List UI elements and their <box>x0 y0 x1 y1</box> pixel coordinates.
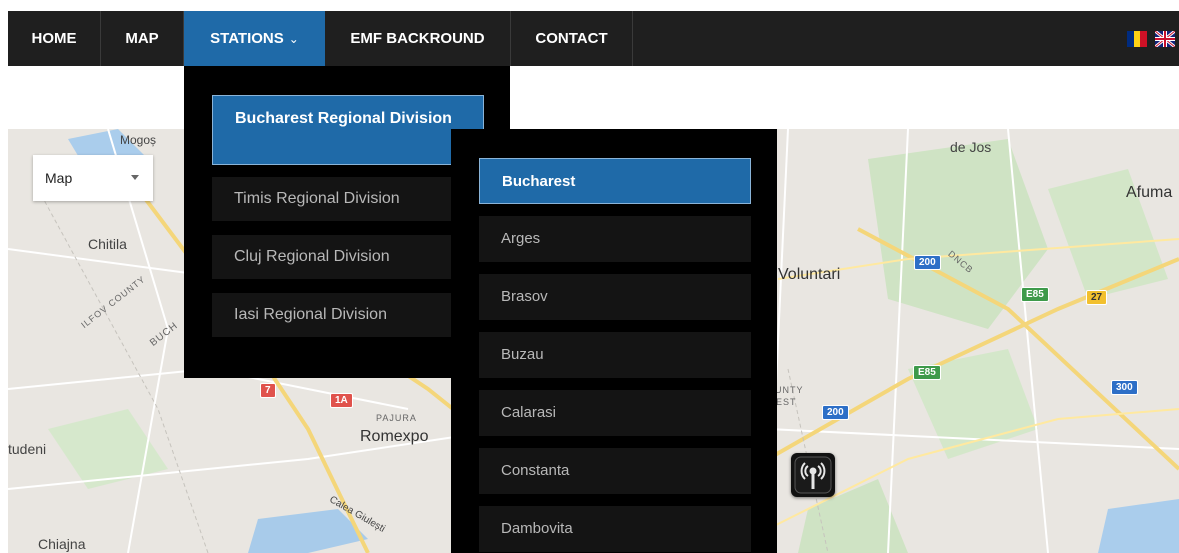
map-label-de-jos: de Jos <box>950 139 992 155</box>
station-item-arges[interactable]: Arges <box>479 216 751 262</box>
road-badge-7: 7 <box>260 383 276 398</box>
map-type-selector[interactable]: Map <box>33 155 153 201</box>
nav-emf-background[interactable]: EMF BACKROUND <box>325 11 511 66</box>
map-label-pajura: PAJURA <box>376 413 417 423</box>
map-label-est-fragment: EST <box>776 397 797 407</box>
region-item-label: Cluj Regional Division <box>234 248 390 265</box>
nav-home[interactable]: HOME <box>8 11 101 66</box>
map-label-voluntari: Voluntari <box>778 266 841 283</box>
station-item-label: Arges <box>501 230 541 247</box>
station-item-label: Bucharest <box>502 173 576 190</box>
station-item-bucharest[interactable]: Bucharest <box>479 158 751 204</box>
station-item-buzau[interactable]: Buzau <box>479 332 751 378</box>
road-badge-1a: 1A <box>330 393 353 408</box>
nav-map[interactable]: MAP <box>101 11 184 66</box>
station-item-brasov[interactable]: Brasov <box>479 274 751 320</box>
nav-contact[interactable]: CONTACT <box>511 11 633 66</box>
map-label-county-fragment: UNTY <box>775 385 804 395</box>
map-label-chiajna: Chiajna <box>38 536 86 552</box>
station-item-label: Calarasi <box>501 404 557 421</box>
region-item-bucharest[interactable]: Bucharest Regional Division <box>212 95 484 165</box>
station-item-label: Brasov <box>501 288 548 305</box>
region-item-label: Timis Regional Division <box>234 190 400 207</box>
station-item-label: Dambovita <box>501 520 573 537</box>
page: HOME MAP STATIONS ⌄ EMF BACKROUND CONTACT <box>0 0 1179 553</box>
nav-home-label: HOME <box>31 30 77 47</box>
map-label-romexpo: Romexpo <box>360 428 429 445</box>
station-item-constanta[interactable]: Constanta <box>479 448 751 494</box>
station-item-label: Buzau <box>501 346 544 363</box>
nav-map-label: MAP <box>125 30 159 47</box>
station-item-dambovita[interactable]: Dambovita <box>479 506 751 552</box>
road-badge-e85-2: E85 <box>913 365 941 380</box>
region-item-label: Iasi Regional Division <box>234 306 387 323</box>
nav-emf-label: EMF BACKROUND <box>350 30 485 47</box>
road-badge-e85: E85 <box>1021 287 1049 302</box>
nav-stations-label: STATIONS <box>210 30 284 47</box>
main-navbar: HOME MAP STATIONS ⌄ EMF BACKROUND CONTACT <box>8 11 1179 66</box>
road-badge-200: 200 <box>914 255 941 270</box>
road-badge-27: 27 <box>1086 290 1108 305</box>
region-item-cluj[interactable]: Cluj Regional Division <box>212 235 484 279</box>
map-label-afuma: Afuma <box>1126 184 1173 201</box>
romania-flag-icon[interactable] <box>1127 31 1148 47</box>
map-label-tudeni: tudeni <box>8 441 47 457</box>
nav-stations[interactable]: STATIONS ⌄ <box>184 11 325 66</box>
region-item-timis[interactable]: Timis Regional Division <box>212 177 484 221</box>
region-item-label: Bucharest Regional Division <box>235 110 452 127</box>
road-badge-300: 300 <box>1111 380 1138 395</box>
road-badge-200-2: 200 <box>822 405 849 420</box>
map-label-chitila: Chitila <box>88 236 127 252</box>
nav-contact-label: CONTACT <box>535 30 608 47</box>
map-type-label: Map <box>45 170 73 186</box>
uk-flag-icon[interactable] <box>1155 31 1175 47</box>
station-item-label: Constanta <box>501 462 570 479</box>
stations-list-dropdown: Bucharest Arges Brasov Buzau Calarasi Co… <box>451 129 777 553</box>
chevron-down-icon: ⌄ <box>288 32 299 46</box>
antenna-station-marker-icon[interactable] <box>791 453 835 497</box>
map-label-mogosoaia: Mogoș <box>120 133 157 147</box>
caret-down-icon <box>131 175 139 180</box>
region-item-iasi[interactable]: Iasi Regional Division <box>212 293 484 337</box>
station-item-calarasi[interactable]: Calarasi <box>479 390 751 436</box>
